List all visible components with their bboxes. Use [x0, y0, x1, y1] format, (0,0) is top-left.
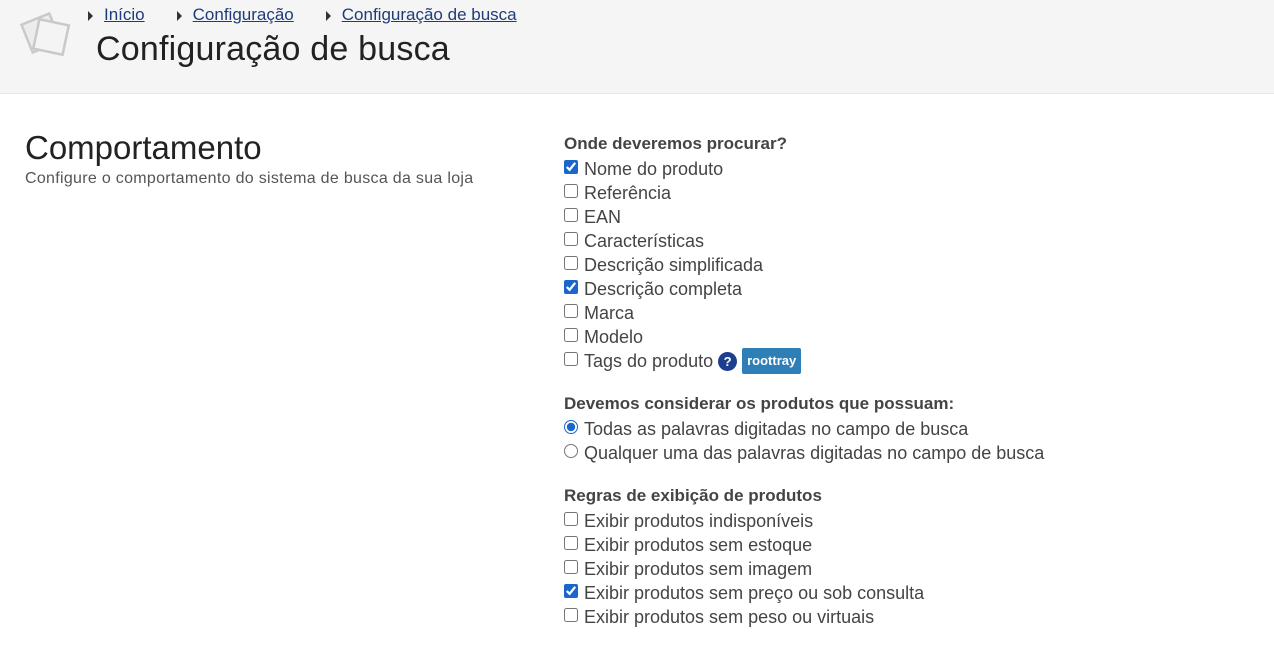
breadcrumb-item-configuracao: Configuração — [176, 5, 294, 25]
breadcrumb-link-configuracao-de-busca[interactable]: Configuração de busca — [342, 5, 517, 25]
group-match-mode: Devemos considerar os produtos que possu… — [564, 393, 1264, 465]
option-label: Exibir produtos indisponíveis — [584, 510, 814, 531]
app-logo-icon — [20, 11, 71, 57]
page-header: Início Configuração Configuração de busc… — [0, 0, 1274, 94]
option-label: Modelo — [584, 326, 644, 347]
caret-right-icon — [176, 10, 182, 21]
option-label: Marca — [584, 302, 635, 323]
breadcrumb: Início Configuração Configuração de busc… — [88, 4, 549, 26]
option-label: Referência — [584, 182, 672, 203]
checkbox-referencia[interactable] — [564, 184, 578, 198]
option-label: Exibir produtos sem peso ou virtuais — [584, 606, 875, 627]
group-search-fields: Onde deveremos procurar? Nome do produto… — [564, 133, 1264, 374]
option-referencia[interactable]: Referência — [564, 181, 1264, 205]
caret-right-icon — [325, 10, 331, 21]
option-descricao-simplificada[interactable]: Descrição simplificada — [564, 253, 1264, 277]
option-label: Exibir produtos sem preço ou sob consult… — [584, 582, 925, 603]
group-display-rules: Regras de exibição de produtos Exibir pr… — [564, 485, 1264, 629]
option-label: Tags do produto — [584, 350, 714, 371]
option-exibir-sem-imagem[interactable]: Exibir produtos sem imagem — [564, 557, 1264, 581]
group-title-display-rules: Regras de exibição de produtos — [564, 486, 822, 505]
breadcrumb-link-configuracao[interactable]: Configuração — [193, 5, 294, 25]
checkbox-exibir-sem-imagem[interactable] — [564, 560, 578, 574]
option-exibir-sem-estoque[interactable]: Exibir produtos sem estoque — [564, 533, 1264, 557]
roottray-badge: roottray — [742, 348, 802, 374]
option-exibir-sem-preco[interactable]: Exibir produtos sem preço ou sob consult… — [564, 581, 1264, 605]
option-exibir-sem-peso[interactable]: Exibir produtos sem peso ou virtuais — [564, 605, 1264, 629]
radio-qualquer-palavra[interactable] — [564, 444, 578, 458]
page-title: Configuração de busca — [96, 30, 450, 68]
option-label: EAN — [584, 206, 622, 227]
caret-right-icon — [88, 10, 93, 21]
checkbox-exibir-sem-preco[interactable] — [564, 584, 578, 598]
help-icon[interactable]: ? — [718, 351, 738, 371]
option-label: Nome do produto — [584, 158, 724, 179]
checkbox-nome-do-produto[interactable] — [564, 160, 578, 174]
option-label: Descrição completa — [584, 278, 743, 299]
option-ean[interactable]: EAN — [564, 205, 1264, 229]
breadcrumb-item-inicio: Início — [88, 5, 145, 25]
checkbox-exibir-sem-estoque[interactable] — [564, 536, 578, 550]
checkbox-modelo[interactable] — [564, 328, 578, 342]
option-label: Descrição simplificada — [584, 254, 764, 275]
option-todas-as-palavras[interactable]: Todas as palavras digitadas no campo de … — [564, 417, 1264, 441]
section-description: Configure o comportamento do sistema de … — [25, 170, 474, 187]
option-label: Todas as palavras digitadas no campo de … — [584, 418, 969, 439]
group-title-match-mode: Devemos considerar os produtos que possu… — [564, 394, 955, 413]
radio-todas-as-palavras[interactable] — [564, 420, 578, 434]
option-caracteristicas[interactable]: Características — [564, 229, 1264, 253]
option-nome-do-produto[interactable]: Nome do produto — [564, 157, 1264, 181]
option-modelo[interactable]: Modelo — [564, 325, 1264, 349]
checkbox-marca[interactable] — [564, 304, 578, 318]
checkbox-caracteristicas[interactable] — [564, 232, 578, 246]
checkbox-exibir-indisponiveis[interactable] — [564, 512, 578, 526]
option-label: Características — [584, 230, 705, 251]
checkbox-tags-do-produto[interactable] — [564, 352, 578, 366]
checkbox-descricao-completa[interactable] — [564, 280, 578, 294]
option-label: Exibir produtos sem imagem — [584, 558, 813, 579]
option-tags-do-produto[interactable]: Tags do produto ? roottray — [564, 348, 1264, 374]
checkbox-exibir-sem-peso[interactable] — [564, 608, 578, 622]
breadcrumb-link-inicio[interactable]: Início — [104, 5, 145, 25]
section-title: Comportamento — [25, 129, 262, 166]
option-label: Qualquer uma das palavras digitadas no c… — [584, 442, 1045, 463]
settings-form: Onde deveremos procurar? Nome do produto… — [564, 133, 1264, 649]
section-intro: Comportamento Configure o comportamento … — [25, 128, 525, 188]
breadcrumb-item-configuracao-de-busca: Configuração de busca — [325, 5, 517, 25]
option-label: Exibir produtos sem estoque — [584, 534, 813, 555]
checkbox-descricao-simplificada[interactable] — [564, 256, 578, 270]
option-exibir-indisponiveis[interactable]: Exibir produtos indisponíveis — [564, 509, 1264, 533]
group-title-search-fields: Onde deveremos procurar? — [564, 134, 787, 153]
option-qualquer-palavra[interactable]: Qualquer uma das palavras digitadas no c… — [564, 441, 1264, 465]
checkbox-ean[interactable] — [564, 208, 578, 222]
option-descricao-completa[interactable]: Descrição completa — [564, 277, 1264, 301]
option-marca[interactable]: Marca — [564, 301, 1264, 325]
